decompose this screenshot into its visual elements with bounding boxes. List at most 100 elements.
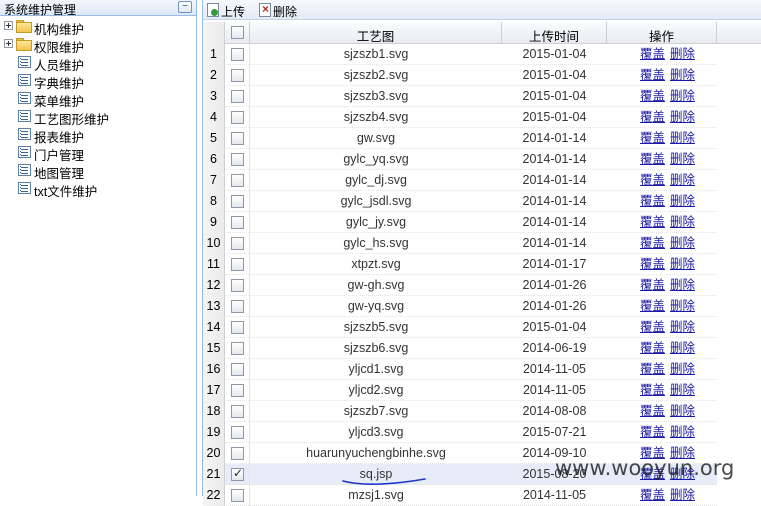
delete-button[interactable]: 删除 — [259, 2, 305, 19]
row-checkbox[interactable] — [231, 153, 244, 166]
delete-link[interactable]: 删除 — [670, 128, 695, 149]
table-row[interactable]: 12 gw-gh.svg 2014-01-26 覆盖 删除 — [203, 275, 717, 296]
name-column-header[interactable]: 工艺图 — [250, 22, 502, 44]
cover-link[interactable]: 覆盖 — [640, 86, 665, 107]
delete-link[interactable]: 删除 — [670, 422, 695, 443]
cover-link[interactable]: 覆盖 — [640, 65, 665, 86]
collapse-button[interactable]: − — [178, 1, 192, 13]
delete-link[interactable]: 删除 — [670, 317, 695, 338]
delete-link[interactable]: 删除 — [670, 212, 695, 233]
tree-item[interactable]: 字典维护 — [0, 71, 196, 91]
cover-link[interactable]: 覆盖 — [640, 170, 665, 191]
table-row[interactable]: 6 gylc_yq.svg 2014-01-14 覆盖 删除 — [203, 149, 717, 170]
delete-link[interactable]: 删除 — [670, 254, 695, 275]
table-row[interactable]: 1 sjzszb1.svg 2015-01-04 覆盖 删除 — [203, 44, 717, 65]
delete-link[interactable]: 删除 — [670, 44, 695, 65]
row-checkbox[interactable] — [231, 384, 244, 397]
row-checkbox[interactable] — [231, 48, 244, 61]
delete-link[interactable]: 删除 — [670, 107, 695, 128]
delete-link[interactable]: 删除 — [670, 296, 695, 317]
expand-icon[interactable] — [4, 39, 13, 48]
select-all-checkbox[interactable] — [231, 26, 244, 39]
row-checkbox[interactable] — [231, 300, 244, 313]
table-row[interactable]: 18 sjzszb7.svg 2014-08-08 覆盖 删除 — [203, 401, 717, 422]
tree-item[interactable]: 地图管理 — [0, 161, 196, 181]
ops-column-header[interactable]: 操作 — [607, 22, 717, 44]
tree-item[interactable]: 权限维护 — [0, 35, 196, 55]
cover-link[interactable]: 覆盖 — [640, 128, 665, 149]
row-checkbox[interactable] — [231, 69, 244, 82]
cover-link[interactable]: 覆盖 — [640, 233, 665, 254]
upload-button[interactable]: 上传 — [207, 2, 253, 19]
delete-link[interactable]: 删除 — [670, 149, 695, 170]
cover-link[interactable]: 覆盖 — [640, 401, 665, 422]
row-checkbox[interactable] — [231, 258, 244, 271]
row-actions: 覆盖 删除 — [607, 86, 717, 107]
table-row[interactable]: 9 gylc_jy.svg 2014-01-14 覆盖 删除 — [203, 212, 717, 233]
table-row[interactable]: 3 sjzszb3.svg 2015-01-04 覆盖 删除 — [203, 86, 717, 107]
cover-link[interactable]: 覆盖 — [640, 254, 665, 275]
cover-link[interactable]: 覆盖 — [640, 317, 665, 338]
row-checkbox[interactable] — [231, 405, 244, 418]
delete-link[interactable]: 删除 — [670, 275, 695, 296]
cover-link[interactable]: 覆盖 — [640, 191, 665, 212]
table-row[interactable]: 16 yljcd1.svg 2014-11-05 覆盖 删除 — [203, 359, 717, 380]
row-checkbox[interactable] — [231, 363, 244, 376]
tree-item[interactable]: 门户管理 — [0, 143, 196, 163]
table-row[interactable]: 2 sjzszb2.svg 2015-01-04 覆盖 删除 — [203, 65, 717, 86]
table-row[interactable]: 5 gw.svg 2014-01-14 覆盖 删除 — [203, 128, 717, 149]
cover-link[interactable]: 覆盖 — [640, 296, 665, 317]
delete-link[interactable]: 删除 — [670, 86, 695, 107]
row-checkbox[interactable] — [231, 237, 244, 250]
row-checkbox[interactable] — [231, 466, 244, 481]
cover-link[interactable]: 覆盖 — [640, 380, 665, 401]
cover-link[interactable]: 覆盖 — [640, 107, 665, 128]
tree-item[interactable]: 工艺图形维护 — [0, 107, 196, 127]
delete-link[interactable]: 删除 — [670, 359, 695, 380]
tree-item[interactable]: 人员维护 — [0, 53, 196, 73]
delete-link[interactable]: 删除 — [670, 65, 695, 86]
row-checkbox[interactable] — [231, 174, 244, 187]
row-checkbox[interactable] — [231, 342, 244, 355]
delete-link[interactable]: 删除 — [670, 191, 695, 212]
cover-link[interactable]: 覆盖 — [640, 359, 665, 380]
table-row[interactable]: 13 gw-yq.svg 2014-01-26 覆盖 删除 — [203, 296, 717, 317]
time-column-header[interactable]: 上传时间 — [502, 22, 607, 44]
table-row[interactable]: 19 yljcd3.svg 2015-07-21 覆盖 删除 — [203, 422, 717, 443]
table-row[interactable]: 11 xtpzt.svg 2014-01-17 覆盖 删除 — [203, 254, 717, 275]
cover-link[interactable]: 覆盖 — [640, 422, 665, 443]
cover-link[interactable]: 覆盖 — [640, 275, 665, 296]
row-checkbox[interactable] — [231, 216, 244, 229]
tree-item[interactable]: 报表维护 — [0, 125, 196, 145]
delete-link[interactable]: 删除 — [670, 401, 695, 422]
row-checkbox[interactable] — [231, 279, 244, 292]
table-row[interactable]: 10 gylc_hs.svg 2014-01-14 覆盖 删除 — [203, 233, 717, 254]
table-row[interactable]: 8 gylc_jsdl.svg 2014-01-14 覆盖 删除 — [203, 191, 717, 212]
row-checkbox[interactable] — [231, 321, 244, 334]
tree-item[interactable]: txt文件维护 — [0, 179, 196, 199]
row-checkbox[interactable] — [231, 195, 244, 208]
row-checkbox[interactable] — [231, 447, 244, 460]
row-number: 14 — [203, 317, 225, 338]
cover-link[interactable]: 覆盖 — [640, 338, 665, 359]
table-row[interactable]: 14 sjzszb5.svg 2015-01-04 覆盖 删除 — [203, 317, 717, 338]
row-checkbox[interactable] — [231, 426, 244, 439]
table-row[interactable]: 7 gylc_dj.svg 2014-01-14 覆盖 删除 — [203, 170, 717, 191]
row-select-cell — [225, 86, 250, 107]
row-checkbox[interactable] — [231, 111, 244, 124]
cover-link[interactable]: 覆盖 — [640, 212, 665, 233]
table-row[interactable]: 4 sjzszb4.svg 2015-01-04 覆盖 删除 — [203, 107, 717, 128]
delete-link[interactable]: 删除 — [670, 170, 695, 191]
expand-icon[interactable] — [4, 21, 13, 30]
delete-link[interactable]: 删除 — [670, 338, 695, 359]
table-row[interactable]: 17 yljcd2.svg 2014-11-05 覆盖 删除 — [203, 380, 717, 401]
tree-item[interactable]: 机构维护 — [0, 17, 196, 37]
delete-link[interactable]: 删除 — [670, 380, 695, 401]
cover-link[interactable]: 覆盖 — [640, 44, 665, 65]
row-checkbox[interactable] — [231, 132, 244, 145]
table-row[interactable]: 15 sjzszb6.svg 2014-06-19 覆盖 删除 — [203, 338, 717, 359]
cover-link[interactable]: 覆盖 — [640, 149, 665, 170]
tree-item[interactable]: 菜单维护 — [0, 89, 196, 109]
delete-link[interactable]: 删除 — [670, 233, 695, 254]
row-checkbox[interactable] — [231, 90, 244, 103]
